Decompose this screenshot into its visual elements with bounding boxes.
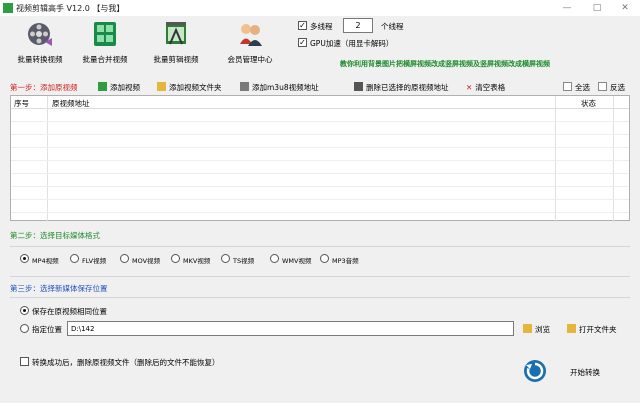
table-row <box>11 212 629 213</box>
add-m3u8-button[interactable]: 添加m3u8视频地址 <box>240 82 319 93</box>
delete-after-label: 转换成功后，删除原视频文件（删除后的文件不能恢复） <box>32 358 220 367</box>
members-icon <box>240 24 262 46</box>
gpu-label: GPU加速（用显卡解码） <box>310 39 394 48</box>
start-convert-icon[interactable] <box>524 360 546 382</box>
film-icon <box>98 82 107 91</box>
batch-edit-label: 批量剪辑视频 <box>153 55 199 64</box>
format-radio-mp4[interactable] <box>20 254 29 263</box>
step3-title: 第三步：选择新媒体保存位置 <box>10 284 108 293</box>
title-bar: 视频剪辑高手 V12.0 【与我】 — □ ✕ <box>0 0 640 16</box>
save-same-location-label: 保存在原视频相同位置 <box>32 307 107 316</box>
select-all-label: 全选 <box>575 83 590 92</box>
format-label: FLV视频 <box>82 257 107 265</box>
format-label: MKV视频 <box>183 257 211 265</box>
table-row <box>11 160 629 161</box>
window-title: 视频剪辑高手 V12.0 【与我】 <box>16 4 125 13</box>
table-row <box>11 147 629 148</box>
open-folder-button[interactable]: 打开文件夹 <box>567 324 617 335</box>
col-status-header[interactable]: 状态 <box>581 98 596 109</box>
format-label: MOV视频 <box>132 257 161 265</box>
invert-selection-button[interactable]: 反选 <box>598 82 625 93</box>
add-folder-button[interactable]: 添加视频文件夹 <box>157 82 222 93</box>
format-label: MP3音频 <box>332 257 359 265</box>
minimize-button[interactable]: — <box>560 2 574 14</box>
app-icon <box>3 3 13 13</box>
refresh-icon <box>526 362 544 380</box>
column-divider <box>613 96 614 222</box>
folder-icon <box>567 324 576 333</box>
format-radio-wmv[interactable] <box>270 254 279 263</box>
select-all-button[interactable]: 全选 <box>563 82 590 93</box>
delete-selected-label: 删除已选择的原视频地址 <box>366 83 449 92</box>
thread-unit-label: 个线程 <box>381 22 404 31</box>
start-convert-button[interactable]: 开始转换 <box>570 367 600 378</box>
divider <box>10 276 630 277</box>
page-icon <box>563 82 572 91</box>
multithread-label: 多线程 <box>310 22 333 31</box>
delete-icon <box>354 82 363 91</box>
member-center-button[interactable]: 会员管理中心 <box>215 20 285 70</box>
add-m3u8-label: 添加m3u8视频地址 <box>252 83 319 92</box>
video-table[interactable]: 序号 原视频地址 状态 <box>10 95 630 222</box>
format-label: WMV视频 <box>282 257 312 265</box>
table-row <box>11 134 629 135</box>
save-same-location-radio[interactable] <box>20 306 29 315</box>
format-label: TS视频 <box>233 257 255 265</box>
maximize-button[interactable]: □ <box>590 2 604 14</box>
open-folder-label: 打开文件夹 <box>579 325 617 334</box>
add-video-label: 添加视频 <box>110 83 140 92</box>
clear-x-icon: ✕ <box>466 83 473 92</box>
save-custom-location-label: 指定位置 <box>32 325 62 334</box>
thread-count-input[interactable] <box>343 18 373 33</box>
table-header: 序号 原视频地址 状态 <box>11 96 629 222</box>
batch-convert-label: 批量转换视频 <box>17 55 63 64</box>
multithread-checkbox[interactable]: ✓ <box>298 21 307 30</box>
batch-merge-button[interactable]: 批量合并视频 <box>70 20 140 70</box>
format-radio-mkv[interactable] <box>171 254 180 263</box>
gpu-checkbox[interactable]: ✓ <box>298 38 307 47</box>
add-video-button[interactable]: 添加视频 <box>98 82 140 93</box>
close-button[interactable]: ✕ <box>618 2 632 14</box>
delete-selected-button[interactable]: 删除已选择的原视频地址 <box>354 82 449 93</box>
step1-title: 第一步：添加原视频 <box>10 83 78 92</box>
step2-title: 第二步：选择目标媒体格式 <box>10 231 100 240</box>
format-label: MP4视频 <box>32 257 59 265</box>
format-radio-mov[interactable] <box>120 254 129 263</box>
column-divider <box>47 96 48 222</box>
batch-merge-label: 批量合并视频 <box>82 55 128 64</box>
clear-table-label: 清空表格 <box>475 83 506 92</box>
browse-label: 浏览 <box>535 325 550 334</box>
delete-after-checkbox[interactable] <box>20 357 29 366</box>
table-row <box>11 199 629 200</box>
table-row <box>11 186 629 187</box>
col-index-header[interactable]: 序号 <box>14 98 29 109</box>
table-row <box>11 173 629 174</box>
table-row <box>11 121 629 122</box>
folder-icon <box>157 82 166 91</box>
browse-button[interactable]: 浏览 <box>523 324 550 335</box>
link-icon <box>240 82 249 91</box>
divider <box>10 297 630 298</box>
save-path-input[interactable] <box>67 321 514 336</box>
batch-convert-button[interactable]: 批量转换视频 <box>5 20 75 70</box>
folder-search-icon <box>523 324 532 333</box>
clear-table-button[interactable]: ✕ 清空表格 <box>466 82 505 93</box>
format-radio-ts[interactable] <box>221 254 230 263</box>
add-folder-label: 添加视频文件夹 <box>169 83 222 92</box>
invert-label: 反选 <box>610 83 625 92</box>
save-custom-location-radio[interactable] <box>20 324 29 333</box>
col-path-header[interactable]: 原视频地址 <box>52 98 90 109</box>
member-center-label: 会员管理中心 <box>227 55 273 64</box>
page-icon <box>598 82 607 91</box>
clapper-icon <box>166 22 186 45</box>
divider <box>10 246 630 247</box>
batch-edit-button[interactable]: 批量剪辑视频 <box>141 20 211 70</box>
column-divider <box>555 96 556 222</box>
format-radio-flv[interactable] <box>70 254 79 263</box>
film-reel-icon <box>28 23 52 46</box>
tutorial-link[interactable]: 教你利用背景图片把横屏视频改成竖屏视频及竖屏视频改成横屏视频 <box>340 59 630 69</box>
format-radio-mp3[interactable] <box>320 254 329 263</box>
merge-grid-icon <box>94 22 116 46</box>
